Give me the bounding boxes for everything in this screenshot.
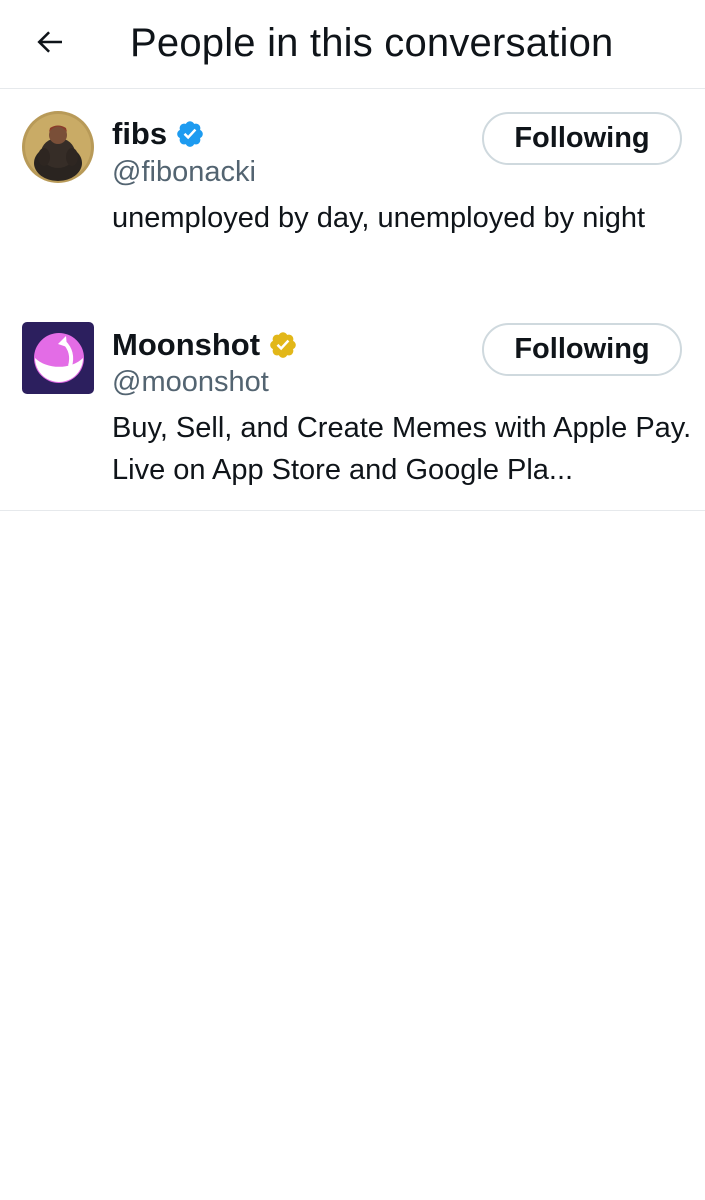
display-name[interactable]: Moonshot: [112, 325, 260, 365]
display-name[interactable]: fibs: [112, 114, 167, 154]
list-divider: [0, 510, 705, 511]
back-button[interactable]: [22, 16, 78, 68]
gold-verified-icon[interactable]: [268, 330, 298, 360]
user-handle: @fibonacki: [112, 156, 256, 188]
avatar[interactable]: [22, 322, 94, 394]
top-app-bar: People in this conversation: [0, 0, 705, 89]
user-bio: Buy, Sell, and Create Memes with Apple P…: [112, 412, 692, 486]
user-handle: @moonshot: [112, 366, 269, 398]
following-button[interactable]: Following: [482, 112, 682, 165]
arrow-left-icon: [37, 31, 62, 53]
following-button[interactable]: Following: [482, 323, 682, 376]
page-title: People in this conversation: [130, 21, 614, 65]
user-cell[interactable]: Moonshot @moonshot Buy, Sell, and Create…: [0, 299, 705, 510]
blue-verified-icon[interactable]: [175, 119, 205, 149]
user-bio: unemployed by day, unemployed by night: [112, 202, 646, 234]
avatar[interactable]: [22, 111, 94, 183]
user-cell[interactable]: fibs @fibonacki unemployed by day, unemp…: [0, 89, 705, 299]
